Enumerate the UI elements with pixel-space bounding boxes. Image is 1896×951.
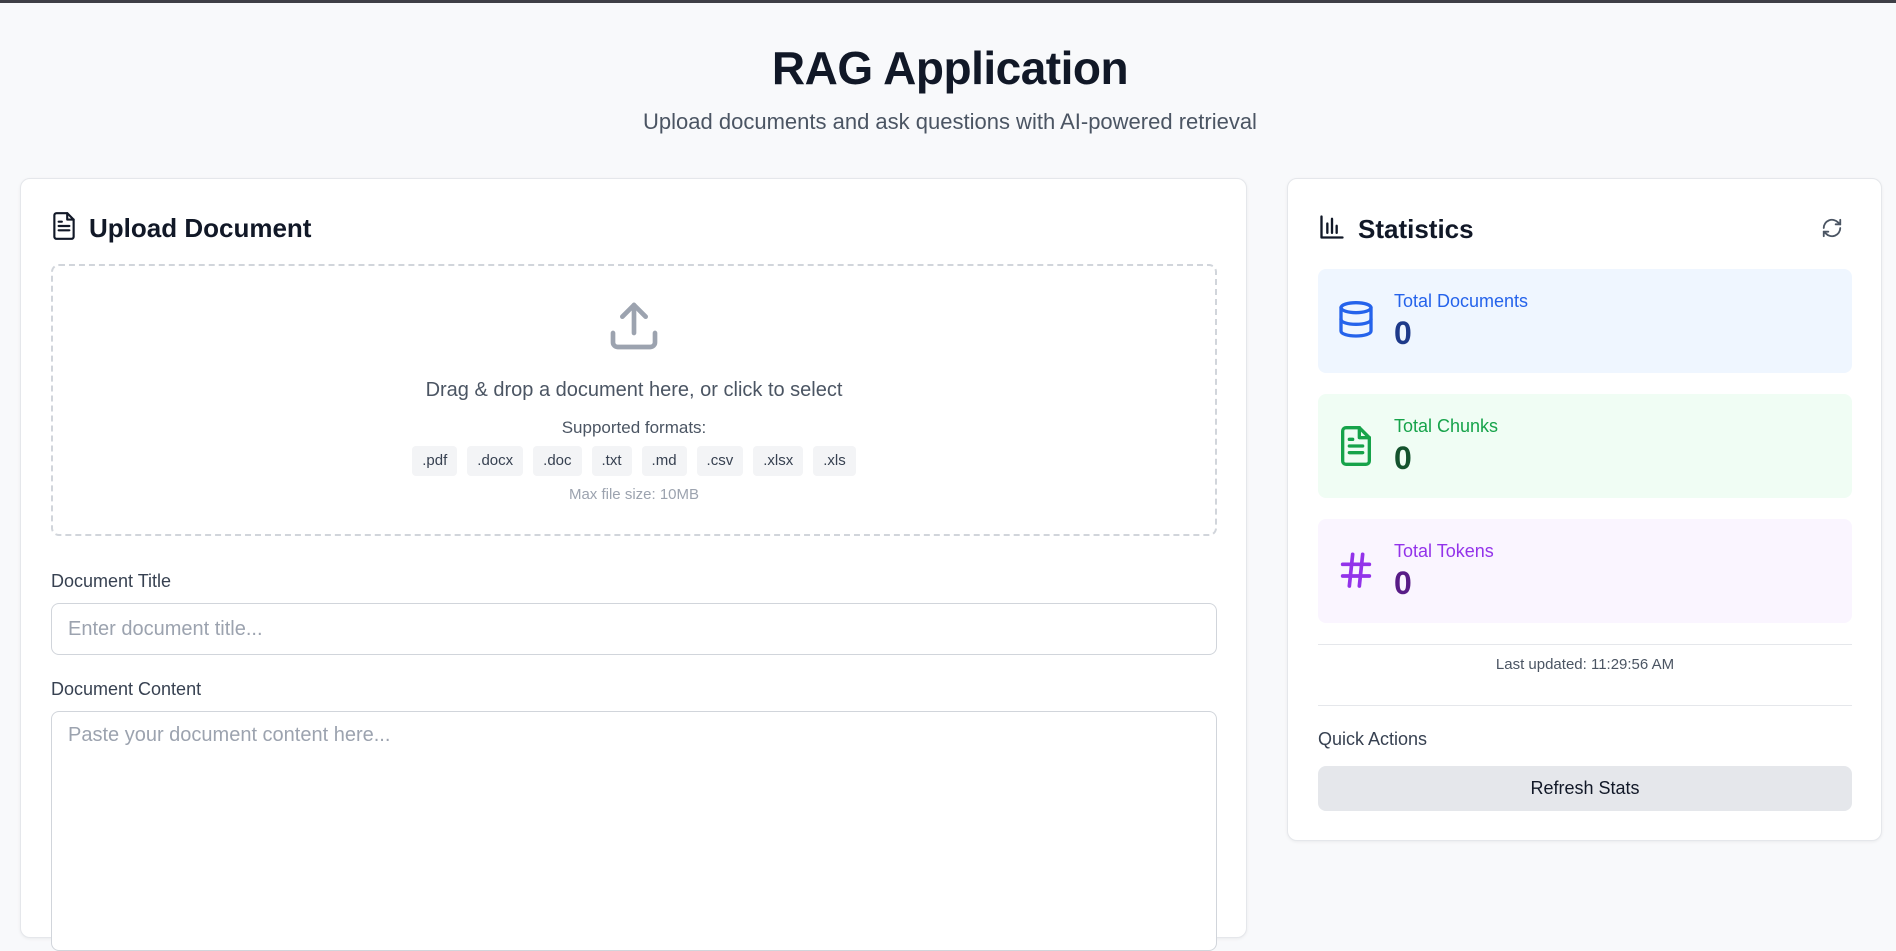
bar-chart-icon xyxy=(1318,213,1346,246)
format-badge: .txt xyxy=(591,446,632,476)
stat-total-tokens: Total Tokens 0 xyxy=(1318,519,1852,623)
document-icon xyxy=(51,211,77,246)
document-content-label: Document Content xyxy=(51,679,202,699)
format-badge: .xls xyxy=(813,446,856,476)
total-chunks-label: Total Chunks xyxy=(1394,416,1499,436)
format-badge: .xlsx xyxy=(753,446,804,476)
statistics-card-title: Statistics xyxy=(1358,214,1474,244)
format-badge: .csv xyxy=(696,446,744,476)
database-icon xyxy=(1336,299,1376,348)
dropzone-text: Drag & drop a document here, or click to… xyxy=(425,379,843,401)
stat-total-chunks: Total Chunks 0 xyxy=(1318,394,1852,498)
total-documents-label: Total Documents xyxy=(1394,291,1529,311)
upload-card: Upload Document Drag & drop a document h… xyxy=(20,178,1247,951)
divider xyxy=(1318,644,1852,645)
formats-label: Supported formats: xyxy=(561,418,707,437)
total-chunks-value: 0 xyxy=(1394,440,1412,476)
page-title: RAG Application xyxy=(771,42,1129,94)
statistics-card-header: Statistics xyxy=(1318,213,1474,246)
last-updated: Last updated: 11:29:56 AM xyxy=(1495,656,1675,673)
formats-list: .pdf .docx .doc .txt .md .csv .xlsx .xls xyxy=(53,446,1215,476)
format-badge: .doc xyxy=(533,446,582,476)
page-header: RAG Application Upload documents and ask… xyxy=(0,40,1896,136)
total-tokens-label: Total Tokens xyxy=(1394,541,1494,561)
total-tokens-value: 0 xyxy=(1394,565,1412,601)
upload-card-header: Upload Document xyxy=(51,211,311,246)
hash-icon xyxy=(1336,549,1376,598)
page-subtitle: Upload documents and ask questions with … xyxy=(643,109,1257,134)
document-title-label: Document Title xyxy=(51,571,172,591)
divider xyxy=(1318,705,1852,706)
format-badge: .pdf xyxy=(412,446,458,476)
stat-total-documents: Total Documents 0 xyxy=(1318,269,1852,373)
refresh-stats-button[interactable]: Refresh Stats xyxy=(1318,766,1852,811)
document-content-textarea[interactable] xyxy=(51,711,1217,951)
quick-actions-label: Quick Actions xyxy=(1318,729,1428,749)
refresh-icon[interactable] xyxy=(1821,217,1843,244)
document-title-input[interactable] xyxy=(51,603,1217,655)
top-border xyxy=(0,0,1896,3)
upload-icon xyxy=(606,298,662,359)
upload-card-title: Upload Document xyxy=(89,213,312,243)
file-text-icon xyxy=(1336,424,1376,473)
dropzone[interactable]: Drag & drop a document here, or click to… xyxy=(51,264,1217,536)
format-badge: .docx xyxy=(467,446,524,476)
format-badge: .md xyxy=(641,446,687,476)
total-documents-value: 0 xyxy=(1394,315,1412,351)
max-file-size: Max file size: 10MB xyxy=(568,486,700,503)
statistics-card: Statistics Total Documents 0 Total Chunk… xyxy=(1287,178,1882,841)
